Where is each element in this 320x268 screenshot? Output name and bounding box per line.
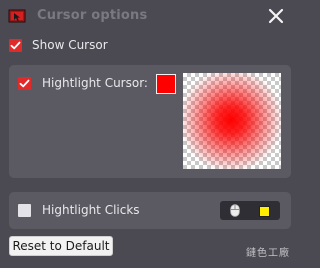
checkmark-icon <box>10 41 21 50</box>
close-icon[interactable] <box>266 6 286 26</box>
highlight-preview <box>183 73 281 169</box>
highlight-clicks-label: Hightlight Clicks <box>42 203 140 217</box>
highlight-glow <box>183 73 281 169</box>
title-bar: Cursor options <box>0 0 300 34</box>
show-cursor-checkbox[interactable] <box>9 39 22 52</box>
checkmark-icon <box>19 79 30 88</box>
highlight-cursor-checkbox[interactable] <box>18 77 31 90</box>
mouse-icon[interactable] <box>230 204 240 217</box>
watermark: 鏈色工廠 <box>246 248 290 259</box>
click-color-swatch[interactable] <box>259 206 270 217</box>
cursor-app-icon <box>8 9 26 23</box>
highlight-color-swatch[interactable] <box>156 74 176 94</box>
reset-to-default-button[interactable]: Reset to Default <box>9 236 113 256</box>
click-options-box <box>220 201 280 220</box>
show-cursor-label: Show Cursor <box>32 38 108 52</box>
highlight-cursor-label: Hightlight Cursor: <box>42 76 148 90</box>
highlight-clicks-checkbox[interactable] <box>18 204 31 217</box>
window-title: Cursor options <box>37 8 148 23</box>
